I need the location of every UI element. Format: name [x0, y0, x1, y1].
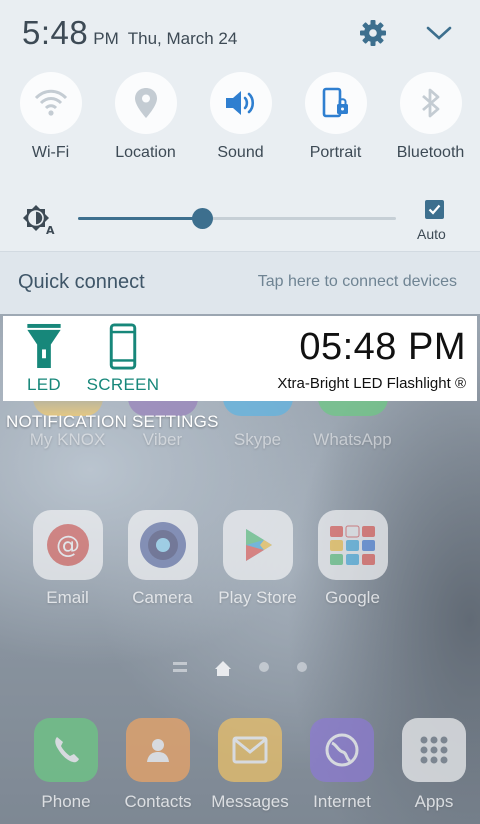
brightness-slider[interactable] [78, 208, 396, 229]
settings-button[interactable] [356, 16, 390, 50]
quick-settings-toggles: Wi-Fi Location Sound Portrait Bluetooth [0, 72, 480, 162]
status-date: Thu, March 24 [127, 29, 238, 48]
chevron-down-icon [426, 26, 452, 40]
toggle-label: Location [115, 144, 176, 161]
notification-time: 05:48 PM [299, 326, 466, 368]
location-pin-icon [134, 88, 157, 118]
status-header: 5:48 PM Thu, March 24 [22, 14, 237, 54]
gear-icon [360, 20, 386, 46]
toggle-bluetooth[interactable]: Bluetooth [383, 72, 478, 162]
led-label: LED [27, 375, 61, 394]
quick-connect-hint: Tap here to connect devices [257, 273, 457, 290]
brightness-slider-fill [78, 217, 203, 220]
portrait-toggle-button[interactable] [304, 72, 367, 134]
toggle-label: Portrait [309, 144, 362, 161]
wifi-icon [34, 89, 67, 116]
portrait-lock-icon [322, 87, 348, 118]
speaker-icon [225, 91, 254, 115]
flashlight-icon [27, 323, 61, 369]
clock-ampm: PM [93, 29, 119, 48]
led-button[interactable]: LED [23, 323, 65, 395]
notification-settings-link[interactable]: NOTIFICATION SETTINGS [6, 412, 219, 432]
auto-brightness-icon: A [23, 205, 55, 236]
quick-connect-bar[interactable]: Quick connect Tap here to connect device… [0, 251, 480, 314]
bluetooth-toggle-button[interactable] [399, 72, 462, 134]
screen-label: SCREEN [86, 375, 160, 394]
quick-connect-title: Quick connect [18, 271, 145, 293]
toggle-portrait[interactable]: Portrait [288, 72, 383, 162]
wifi-toggle-button[interactable] [19, 72, 82, 134]
smartphone-icon [109, 323, 137, 370]
screen-button[interactable]: SCREEN [85, 323, 161, 395]
checkmark-icon [428, 204, 441, 215]
toggle-wifi[interactable]: Wi-Fi [3, 72, 98, 162]
notification-panel: 5:48 PM Thu, March 24 Wi-Fi Location Sou… [0, 0, 480, 314]
toggle-label: Wi-Fi [31, 144, 70, 161]
flashlight-notification[interactable]: LED SCREEN 05:48 PM Xtra-Bright LED Flas… [3, 316, 477, 401]
svg-text:A: A [46, 224, 55, 236]
expand-panel-button[interactable] [422, 18, 456, 48]
auto-brightness-label: Auto [417, 226, 446, 242]
brightness-control: A Auto [0, 196, 480, 248]
auto-brightness-checkbox[interactable] [425, 200, 444, 219]
toggle-label: Sound [217, 144, 264, 161]
brightness-slider-thumb[interactable] [192, 208, 214, 229]
toggle-location[interactable]: Location [98, 72, 193, 162]
bluetooth-icon [421, 88, 439, 118]
location-toggle-button[interactable] [114, 72, 177, 134]
clock-time: 5:48 [22, 14, 89, 51]
sound-toggle-button[interactable] [209, 72, 272, 134]
notification-app-name: Xtra-Bright LED Flashlight ® [277, 375, 466, 392]
toggle-label: Bluetooth [396, 144, 465, 161]
toggle-sound[interactable]: Sound [193, 72, 288, 162]
